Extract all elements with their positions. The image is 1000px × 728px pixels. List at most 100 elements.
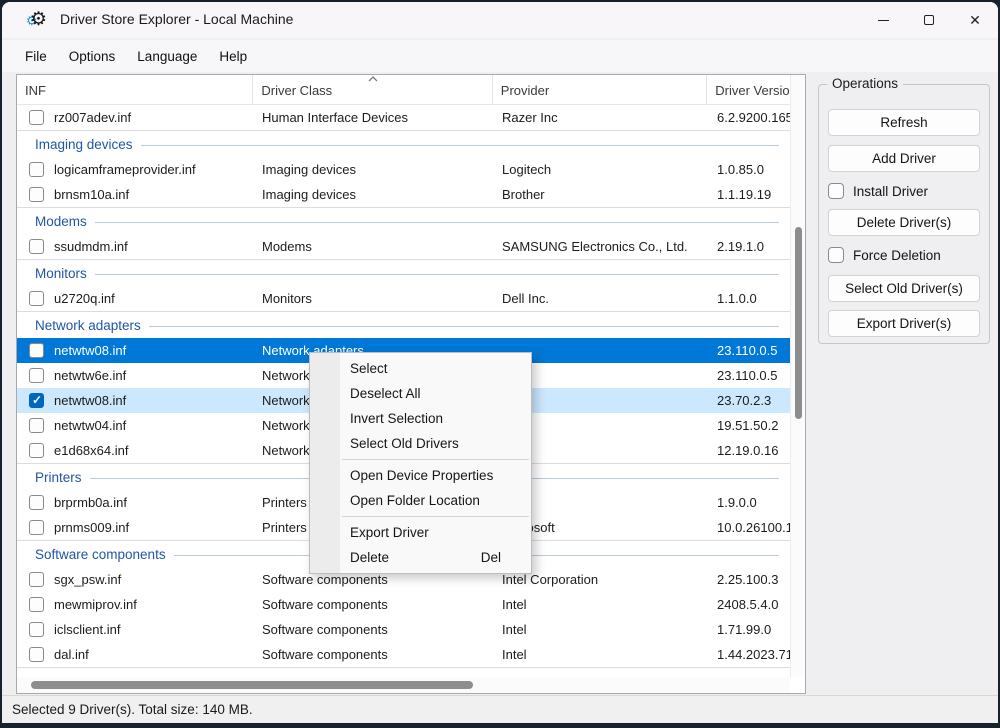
context-menu-item-delete[interactable]: Delete Del <box>310 545 531 570</box>
inf-filename: netwtw6e.inf <box>54 368 127 383</box>
inf-cell: netwtw08.inf <box>17 343 254 358</box>
context-menu-item-select[interactable]: Select <box>310 356 531 381</box>
menu-item-language[interactable]: Language <box>126 44 208 69</box>
install-driver-checkbox-box[interactable] <box>828 183 844 199</box>
minimize-button[interactable] <box>860 2 906 38</box>
group-label: Software components <box>35 546 166 562</box>
row-checkbox[interactable] <box>29 520 44 535</box>
context-menu-item-label: Select Old Drivers <box>350 436 459 451</box>
export-drivers-button[interactable]: Export Driver(s) <box>828 310 980 337</box>
row-checkbox[interactable] <box>29 647 44 662</box>
menu-item-help[interactable]: Help <box>208 44 258 69</box>
group-label: Imaging devices <box>35 136 133 152</box>
inf-filename: brnsm10a.inf <box>54 187 130 202</box>
driver-row[interactable]: brnsm10a.inf Imaging devices Brother 1.1.19… <box>17 182 791 207</box>
horizontal-scrollbar[interactable] <box>17 677 790 693</box>
group-label: Network adapters <box>35 317 141 333</box>
context-menu-item-select-old-drivers[interactable]: Select Old Drivers <box>310 431 531 456</box>
refresh-button[interactable]: Refresh <box>828 109 980 136</box>
column-header-inf[interactable]: INF <box>17 75 254 104</box>
inf-filename: dal.inf <box>54 647 89 662</box>
inf-filename: e1d68x64.inf <box>54 443 129 458</box>
driver-row[interactable]: rz007adev.inf Human Interface Devices Raze… <box>17 105 791 130</box>
context-menu-item-export-driver[interactable]: Export Driver <box>310 520 531 545</box>
driver-row[interactable]: mewmiprov.inf Software components Intel 240… <box>17 592 791 617</box>
row-checkbox[interactable] <box>29 622 44 637</box>
context-menu-item-open-device-properties[interactable]: Open Device Properties <box>310 463 531 488</box>
driver-row[interactable]: u2720q.inf Monitors Dell Inc. 1.1.0.0 <box>17 286 791 311</box>
operations-groupbox: Operations Refresh Add Driver Install Driv… <box>818 76 990 344</box>
select-old-drivers-button[interactable]: Select Old Driver(s) <box>828 275 980 302</box>
driver-version-cell: 2.25.100.3 <box>717 572 779 587</box>
driver-class-cell: Imaging devices <box>262 187 356 202</box>
row-checkbox[interactable] <box>29 110 44 125</box>
column-header-label: Driver Class <box>261 83 333 98</box>
group-header-network-adapters: Network adapters <box>17 311 791 338</box>
row-checkbox[interactable] <box>29 239 44 254</box>
row-checkbox[interactable] <box>29 291 44 306</box>
row-checkbox[interactable] <box>29 418 44 433</box>
driver-row[interactable]: dal.inf Software components Intel 1.44.2023… <box>17 642 791 667</box>
row-checkbox[interactable] <box>29 597 44 612</box>
row-checkbox[interactable] <box>29 495 44 510</box>
context-menu-item-label: Delete <box>350 550 390 565</box>
row-checkbox[interactable] <box>29 393 44 408</box>
maximize-button[interactable] <box>906 2 952 38</box>
delete-drivers-button[interactable]: Delete Driver(s) <box>828 209 980 236</box>
row-checkbox[interactable] <box>29 187 44 202</box>
inf-cell: iclsclient.inf <box>17 622 254 637</box>
provider-cell: Intel Corporation <box>502 572 599 587</box>
group-line <box>148 325 779 327</box>
driver-version-cell: 12.19.0.16 <box>717 443 779 458</box>
inf-filename: netwtw08.inf <box>54 343 127 358</box>
add-driver-button[interactable]: Add Driver <box>828 145 980 172</box>
column-header-label: INF <box>25 83 46 98</box>
window-title: Driver Store Explorer - Local Machine <box>60 11 294 27</box>
context-menu-item-label: Select <box>350 361 388 376</box>
force-deletion-checkbox[interactable]: Force Deletion <box>828 247 941 263</box>
context-menu-item-invert-selection[interactable]: Invert Selection <box>310 406 531 431</box>
row-checkbox[interactable] <box>29 572 44 587</box>
group-line <box>94 273 779 275</box>
inf-cell: prnms009.inf <box>17 520 254 535</box>
provider-cell: Brother <box>502 187 545 202</box>
column-header-label: Provider <box>500 83 550 98</box>
context-menu-item-deselect-all[interactable]: Deselect All <box>310 381 531 406</box>
driver-version-cell: 23.110.0.5 <box>717 343 778 358</box>
group-header-monitors: Monitors <box>17 259 791 286</box>
row-checkbox[interactable] <box>29 368 44 383</box>
driver-class-cell: Human Interface Devices <box>262 110 408 125</box>
force-deletion-checkbox-box[interactable] <box>828 247 844 263</box>
close-button[interactable]: ✕ <box>952 2 998 38</box>
horizontal-scrollbar-thumb[interactable] <box>31 681 473 689</box>
vertical-scrollbar[interactable] <box>790 75 805 677</box>
driver-version-cell: 1.44.2023.71 <box>717 647 791 662</box>
row-checkbox[interactable] <box>29 443 44 458</box>
sort-ascending-icon <box>368 76 378 82</box>
column-header-provider[interactable]: Provider <box>493 75 708 104</box>
driver-row[interactable]: ssudmdm.inf Modems SAMSUNG Electronics Co.… <box>17 234 791 259</box>
operations-title: Operations <box>827 76 904 91</box>
vertical-scrollbar-thumb[interactable] <box>795 227 802 419</box>
column-header-driver-class[interactable]: Driver Class <box>253 75 493 104</box>
inf-cell: mewmiprov.inf <box>17 597 254 612</box>
context-menu-separator <box>342 516 529 517</box>
driver-row[interactable]: iclsclient.inf Software components Intel 1.… <box>17 617 791 642</box>
row-checkbox[interactable] <box>29 162 44 177</box>
driver-row[interactable]: logicamframeprovider.inf Imaging devices L… <box>17 157 791 182</box>
inf-cell: ssudmdm.inf <box>17 239 254 254</box>
install-driver-checkbox[interactable]: Install Driver <box>828 183 928 199</box>
inf-filename: ssudmdm.inf <box>54 239 128 254</box>
list-end-separator <box>17 667 791 668</box>
force-deletion-checkbox-label: Force Deletion <box>853 247 941 263</box>
list-header: INF Driver Class Provider Driver Versio <box>17 75 805 105</box>
group-line <box>94 221 779 223</box>
context-menu-item-open-folder-location[interactable]: Open Folder Location <box>310 488 531 513</box>
menu-item-file[interactable]: File <box>14 44 58 69</box>
close-icon: ✕ <box>969 12 981 28</box>
row-checkbox[interactable] <box>29 343 44 358</box>
menu-item-options[interactable]: Options <box>58 44 127 69</box>
driver-version-cell: 19.51.50.2 <box>717 418 779 433</box>
driver-version-cell: 1.1.0.0 <box>717 291 757 306</box>
group-line <box>140 144 779 146</box>
